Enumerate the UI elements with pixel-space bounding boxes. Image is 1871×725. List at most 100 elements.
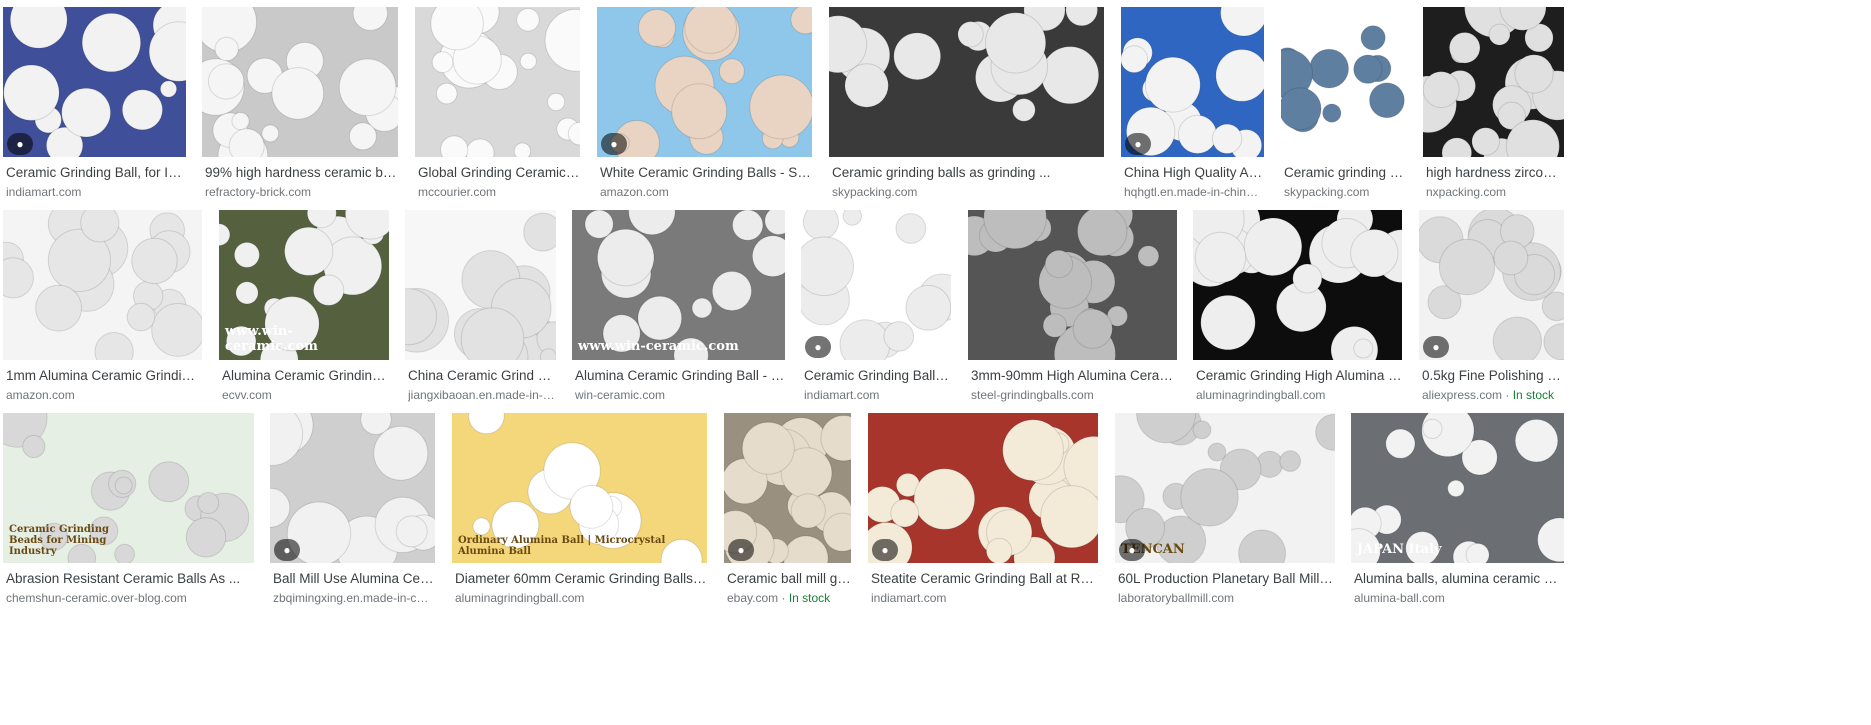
result-source: alumina-ball.com [1354,591,1445,605]
result-thumbnail[interactable] [868,413,1098,563]
ball-shape [1220,7,1264,37]
result-thumbnail[interactable]: www.win-ceramic.com [572,210,785,360]
result-title[interactable]: Alumina Ceramic Grinding Ball fro... [222,368,389,383]
ball-shape [844,63,889,108]
ball-shape [985,537,1013,563]
result-card[interactable]: Ceramic Grinding High Alumina Ball ... a… [1193,210,1402,402]
ball-shape [1423,71,1460,109]
result-thumbnail[interactable] [202,7,398,157]
result-title[interactable]: Steatite Ceramic Grinding Ball at Rs ... [871,571,1098,586]
ball-shape [801,236,854,297]
result-card[interactable]: Global Grinding Ceramics Ball M... mccou… [415,7,580,199]
ball-shape [159,80,178,98]
ball-shape [1012,98,1036,122]
result-card[interactable]: high hardness zirconia ball ... nxpackin… [1423,7,1564,199]
result-title[interactable]: 1mm Alumina Ceramic Grinding Ball ... [6,368,202,383]
tag-icon: ● [728,539,754,561]
result-card[interactable]: ● Ball Mill Use Alumina Ceramic G... zbq… [270,413,435,605]
result-thumbnail[interactable] [829,7,1104,157]
result-card[interactable]: China Ceramic Grind Ball/Gri... jiangxib… [405,210,556,402]
thumbnail-graphic [3,210,202,360]
ball-shape [1072,308,1113,349]
result-card[interactable]: ● White Ceramic Grinding Balls - Size ..… [597,7,812,199]
result-card[interactable]: TENCAN ● 60L Production Planetary Ball M… [1115,413,1335,605]
ball-shape [1514,418,1559,463]
ball-shape [790,493,826,529]
result-card[interactable]: ● China High Quality Alumina ... hqhgtl.… [1121,7,1264,199]
result-card[interactable]: www.win-ceramic.com Alumina Ceramic Grin… [219,210,389,402]
result-card[interactable]: 3mm-90mm High Alumina Ceramic Grindi... … [968,210,1177,402]
result-thumbnail[interactable] [1423,7,1564,157]
ball-shape [373,425,429,481]
result-thumbnail[interactable] [1193,210,1402,360]
result-title[interactable]: Ceramic ball mill grindin... [727,571,851,586]
separator-dot: · [778,591,789,605]
ball-shape [1044,249,1074,279]
result-card[interactable]: www.win-ceramic.com Alumina Ceramic Grin… [572,210,785,402]
result-thumbnail[interactable] [415,7,580,157]
result-card[interactable]: ● Ceramic ball mill grindin... ebay.com … [724,413,851,605]
result-thumbnail[interactable]: www.win-ceramic.com [219,210,389,360]
result-card[interactable]: Ceramic grinding balls a... skypacking.c… [1281,7,1407,199]
tag-icon: ● [7,133,33,155]
result-thumbnail[interactable]: Ordinary Alumina Ball | Microcrystal Alu… [452,413,707,563]
result-title[interactable]: Ball Mill Use Alumina Ceramic G... [273,571,435,586]
result-title[interactable]: Alumina Ceramic Grinding Ball - Zibo ... [575,368,785,383]
ball-shape [231,112,250,131]
result-title[interactable]: 60L Production Planetary Ball Mill Fast … [1118,571,1335,586]
result-card[interactable]: Ordinary Alumina Ball | Microcrystal Alu… [452,413,707,605]
result-source-line: aliexpress.com · In stock [1422,388,1564,402]
ball-shape [584,210,614,239]
result-thumbnail[interactable] [968,210,1177,360]
result-title[interactable]: Ceramic Grinding Ball, for Industrial ..… [6,165,186,180]
result-thumbnail[interactable] [1281,7,1407,157]
result-title[interactable]: Abrasion Resistant Ceramic Balls As ... [6,571,254,586]
result-thumbnail[interactable] [3,7,186,157]
result-title[interactable]: Ceramic Grinding Ball at Rs 8... [804,368,951,383]
tag-icon: ● [1423,336,1449,358]
ball-shape [539,348,556,360]
result-card[interactable]: ● Ceramic Grinding Ball, for Industrial … [3,7,186,199]
ball-shape [1441,137,1473,157]
result-title[interactable]: China High Quality Alumina ... [1124,165,1264,180]
result-title[interactable]: Ceramic grinding balls a... [1284,165,1407,180]
result-title[interactable]: 3mm-90mm High Alumina Ceramic Grindi... [971,368,1177,383]
result-thumbnail[interactable] [597,7,812,157]
result-card[interactable]: ● Steatite Ceramic Grinding Ball at Rs .… [868,413,1098,605]
result-title[interactable]: 0.5kg Fine Polishing High Al... [1422,368,1564,383]
result-thumbnail[interactable] [3,210,202,360]
ball-shape [1042,313,1068,338]
result-title[interactable]: 99% high hardness ceramic ball mill ... [205,165,399,180]
result-card[interactable]: 99% high hardness ceramic ball mill ... … [202,7,399,199]
result-card[interactable]: Ceramic Grinding Beads for Mining Indust… [3,413,254,605]
result-source: indiamart.com [6,185,82,199]
result-card[interactable]: 1mm Alumina Ceramic Grinding Ball ... am… [3,210,202,402]
ball-shape [1041,46,1100,105]
result-title[interactable]: White Ceramic Grinding Balls - Size ... [600,165,812,180]
result-thumbnail[interactable] [405,210,556,360]
thumbnail-overlay-text: Ceramic Grinding Beads for Mining Indust… [9,524,109,557]
ball-shape [957,21,984,48]
ball-shape [751,235,785,278]
result-title[interactable]: Global Grinding Ceramics Ball M... [418,165,580,180]
result-source: skypacking.com [1284,185,1370,199]
result-thumbnail[interactable]: TENCAN [1115,413,1335,563]
result-card[interactable]: ● 0.5kg Fine Polishing High Al... aliexp… [1419,210,1564,402]
ball-shape [802,210,839,240]
ball-shape [338,58,397,117]
thumbnail-graphic [1115,413,1335,563]
result-card[interactable]: Ceramic grinding balls as grinding ... s… [829,7,1104,199]
result-title[interactable]: high hardness zirconia ball ... [1426,165,1564,180]
result-title[interactable]: Ceramic grinding balls as grinding ... [832,165,1104,180]
result-title[interactable]: Diameter 60mm Ceramic Grinding Balls ... [455,571,707,586]
result-thumbnail[interactable]: Ceramic Grinding Beads for Mining Indust… [3,413,254,563]
result-thumbnail[interactable]: JAPAN Italy [1351,413,1564,563]
result-source: indiamart.com [804,388,880,402]
result-title[interactable]: Alumina balls, alumina ceramic grinding … [1354,571,1564,586]
result-card[interactable]: JAPAN Italy Alumina balls, alumina ceram… [1351,413,1564,605]
result-title[interactable]: Ceramic Grinding High Alumina Ball ... [1196,368,1402,383]
result-card[interactable]: ● Ceramic Grinding Ball at Rs 8... india… [801,210,951,402]
result-title[interactable]: China Ceramic Grind Ball/Gri... [408,368,556,383]
ball-shape [711,270,752,312]
ball-shape [352,7,388,31]
